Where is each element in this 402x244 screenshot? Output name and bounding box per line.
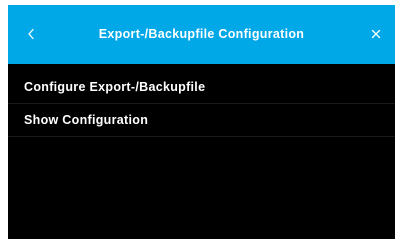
menu-item-configure-export-backupfile[interactable]: Configure Export-/Backupfile [8,71,395,104]
menu-item-label: Configure Export-/Backupfile [24,80,206,94]
page-title: Export-/Backupfile Configuration [98,27,305,41]
screen: Export-/Backupfile Configuration Configu… [0,0,402,244]
dialog-panel: Export-/Backupfile Configuration Configu… [8,5,395,239]
close-icon [371,29,381,39]
back-button[interactable] [18,21,44,47]
menu-list: Configure Export-/Backupfile Show Config… [8,71,395,137]
close-button[interactable] [363,21,389,47]
menu-item-label: Show Configuration [24,113,149,127]
chevron-left-icon [28,28,34,40]
dialog-header: Export-/Backupfile Configuration [8,5,395,64]
menu-item-show-configuration[interactable]: Show Configuration [8,104,395,137]
